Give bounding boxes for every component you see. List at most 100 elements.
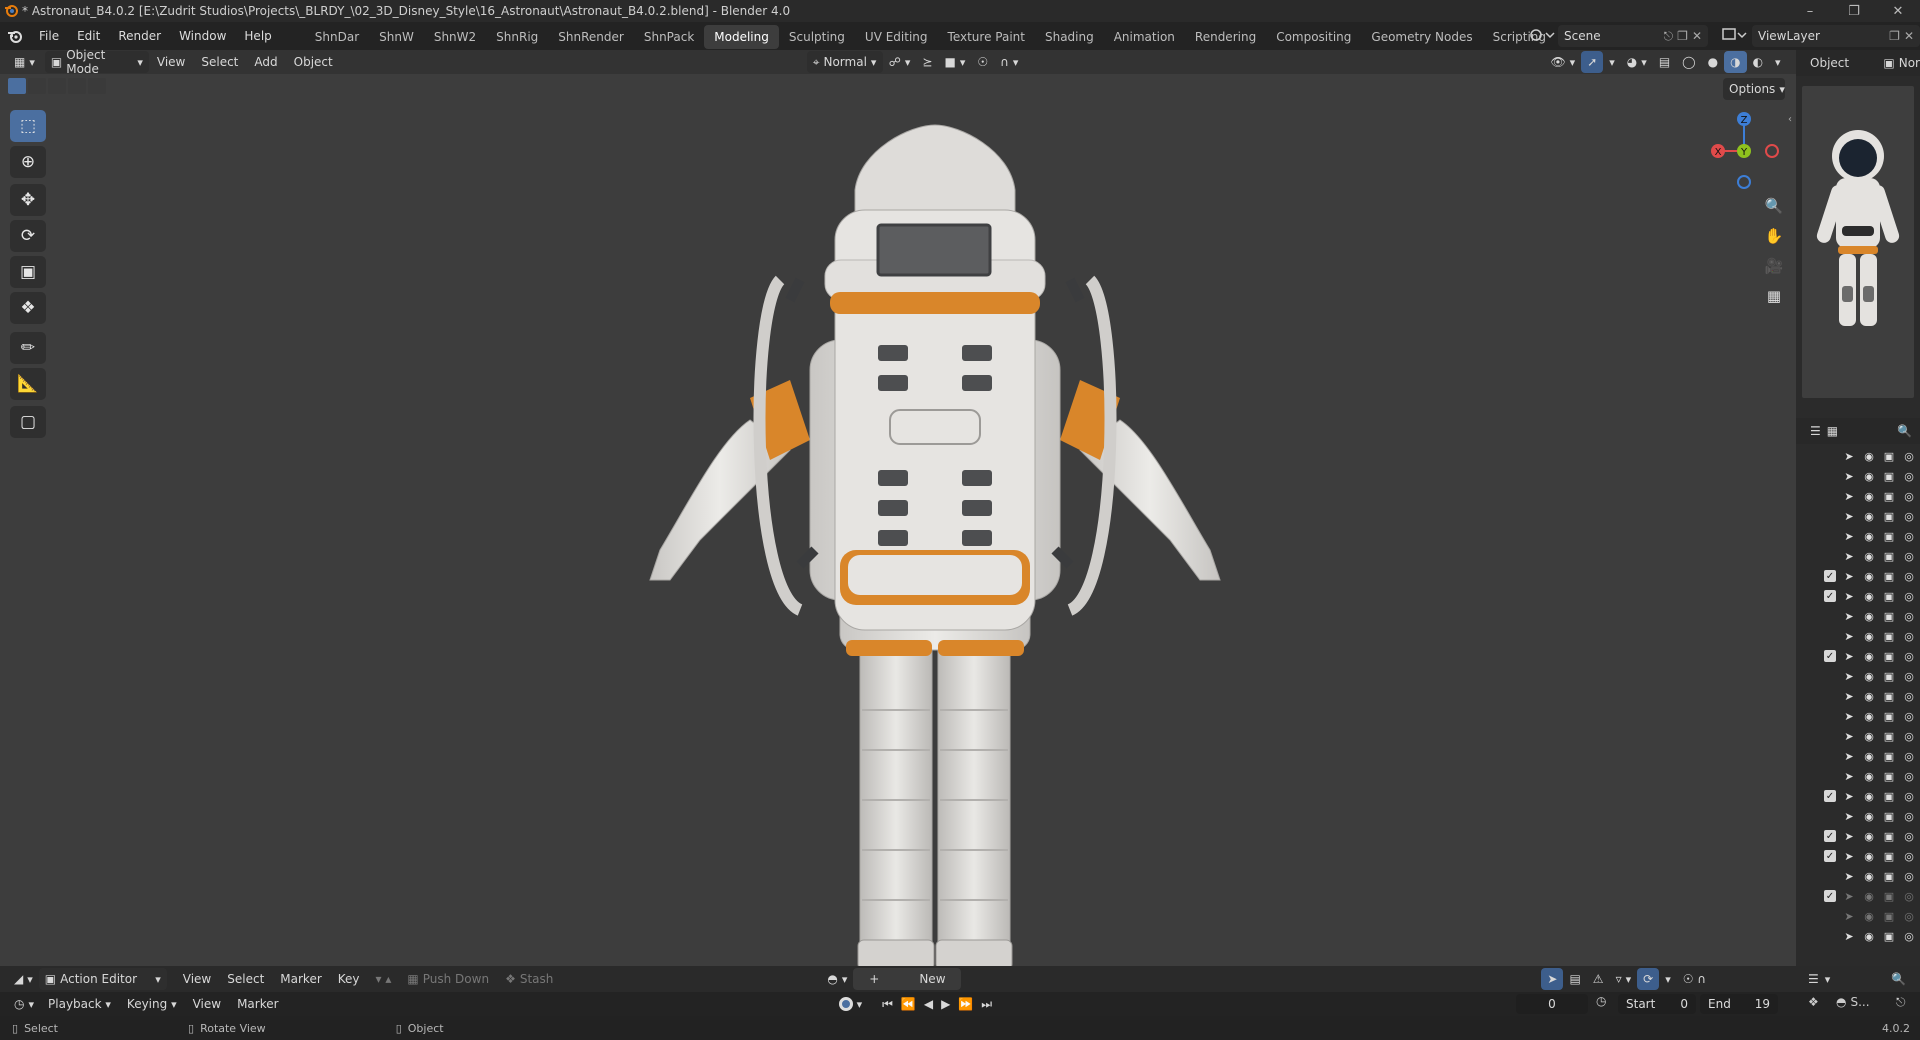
- exclude-checkbox-icon[interactable]: ✓: [1824, 570, 1836, 582]
- eye-visibility-icon[interactable]: ◉: [1862, 670, 1876, 683]
- action-menu-view[interactable]: View: [175, 968, 219, 990]
- selectable-arrow-icon[interactable]: ➤: [1842, 690, 1856, 703]
- tab-normal[interactable]: ▣ Nor: [1883, 56, 1920, 70]
- action-menu-key[interactable]: Key: [330, 968, 368, 990]
- viewport-menu-select[interactable]: Select: [193, 51, 246, 73]
- selectable-arrow-icon[interactable]: ➤: [1842, 590, 1856, 603]
- render-camera-icon[interactable]: ◎: [1902, 490, 1916, 503]
- shading-dropdown-icon[interactable]: ▾: [1769, 51, 1787, 73]
- preview-range-icon[interactable]: ◷: [1596, 994, 1606, 1008]
- navigation-gizmo[interactable]: Z X Y: [1706, 108, 1784, 192]
- timeline-menu-playback[interactable]: Playback ▾: [40, 993, 119, 1015]
- material-preview-shading-icon[interactable]: ◑: [1724, 51, 1747, 73]
- timeline-menu-marker[interactable]: Marker: [229, 993, 286, 1015]
- measure-tool-icon[interactable]: 📐: [10, 368, 46, 400]
- snap-icon[interactable]: ⪰: [916, 51, 938, 73]
- eye-visibility-icon[interactable]: ◉: [1862, 450, 1876, 463]
- eye-visibility-icon[interactable]: ◉: [1862, 490, 1876, 503]
- exclude-checkbox-icon[interactable]: [1824, 510, 1836, 522]
- select-subtract-icon[interactable]: [48, 78, 66, 94]
- timeline-editor-icon[interactable]: ◷ ▾: [8, 993, 40, 1015]
- snap-dropdown-icon[interactable]: ▾: [1659, 968, 1677, 990]
- new-view-layer-icon[interactable]: ❐: [1889, 29, 1900, 43]
- action-menu-select[interactable]: Select: [219, 968, 272, 990]
- render-camera-icon[interactable]: ◎: [1902, 890, 1916, 903]
- selectable-arrow-icon[interactable]: ➤: [1842, 870, 1856, 883]
- properties-editor-type-icon[interactable]: ☰: [1808, 972, 1819, 986]
- render-camera-icon[interactable]: ◎: [1902, 530, 1916, 543]
- outliner-row[interactable]: ➤ ◉ ▣ ◎: [1796, 466, 1920, 486]
- eye-visibility-icon[interactable]: ◉: [1862, 810, 1876, 823]
- selectable-arrow-icon[interactable]: ➤: [1842, 470, 1856, 483]
- viewport-menu-view[interactable]: View: [149, 51, 193, 73]
- viewport-monitor-icon[interactable]: ▣: [1882, 810, 1896, 823]
- render-camera-icon[interactable]: ◎: [1902, 550, 1916, 563]
- play-reverse-icon[interactable]: ◀: [924, 997, 933, 1011]
- tab-rendering[interactable]: Rendering: [1185, 25, 1266, 49]
- viewport-monitor-icon[interactable]: ▣: [1882, 790, 1896, 803]
- exclude-checkbox-icon[interactable]: [1824, 930, 1836, 942]
- 3d-viewport[interactable]: [0, 50, 1796, 966]
- exclude-checkbox-icon[interactable]: [1824, 490, 1836, 502]
- outliner-editor-icon[interactable]: ☰: [1810, 424, 1821, 438]
- tab-shnw[interactable]: ShnW: [369, 25, 424, 49]
- annotate-tool-icon[interactable]: ✏: [10, 332, 46, 364]
- render-camera-icon[interactable]: ◎: [1902, 450, 1916, 463]
- sidebar-toggle-icon[interactable]: ‹: [1788, 114, 1792, 125]
- outliner-display-icon[interactable]: ▦: [1827, 424, 1838, 438]
- viewport-monitor-icon[interactable]: ▣: [1882, 570, 1896, 583]
- selectable-arrow-icon[interactable]: ➤: [1842, 810, 1856, 823]
- gizmo-neg-z-axis[interactable]: [1737, 175, 1751, 189]
- outliner-row[interactable]: ➤ ◉ ▣ ◎: [1796, 766, 1920, 786]
- end-frame-field[interactable]: End 19: [1700, 994, 1778, 1014]
- jump-next-key-icon[interactable]: ⏩: [958, 997, 973, 1011]
- menu-window[interactable]: Window: [170, 22, 235, 50]
- select-new-icon[interactable]: [8, 78, 26, 94]
- eye-visibility-icon[interactable]: ◉: [1862, 790, 1876, 803]
- start-frame-field[interactable]: Start 0: [1618, 994, 1696, 1014]
- render-camera-icon[interactable]: ◎: [1902, 870, 1916, 883]
- eye-visibility-icon[interactable]: ◉: [1862, 770, 1876, 783]
- exclude-checkbox-icon[interactable]: ✓: [1824, 650, 1836, 662]
- timeline-menu-view[interactable]: View: [185, 993, 229, 1015]
- eye-visibility-icon[interactable]: ◉: [1862, 630, 1876, 643]
- outliner-row[interactable]: ➤ ◉ ▣ ◎: [1796, 666, 1920, 686]
- outliner-row[interactable]: ➤ ◉ ▣ ◎: [1796, 806, 1920, 826]
- render-camera-icon[interactable]: ◎: [1902, 690, 1916, 703]
- selectable-arrow-icon[interactable]: ➤: [1842, 530, 1856, 543]
- scene-type-icon[interactable]: [1526, 25, 1558, 47]
- outliner-row[interactable]: ➤ ◉ ▣ ◎: [1796, 926, 1920, 946]
- menu-render[interactable]: Render: [109, 22, 170, 50]
- viewport-monitor-icon[interactable]: ▣: [1882, 590, 1896, 603]
- eye-visibility-icon[interactable]: ◉: [1862, 870, 1876, 883]
- minimize-icon[interactable]: –: [1788, 0, 1832, 22]
- transform-orientation-selector[interactable]: ⌖ Normal ▾: [806, 51, 883, 73]
- tab-animation[interactable]: Animation: [1104, 25, 1185, 49]
- outliner-row[interactable]: ✓ ➤ ◉ ▣ ◎: [1796, 846, 1920, 866]
- add-cube-tool-icon[interactable]: ▢: [10, 406, 46, 438]
- select-extend-icon[interactable]: [28, 78, 46, 94]
- action-proportional-icon[interactable]: ☉ ∩: [1677, 968, 1712, 990]
- exclude-checkbox-icon[interactable]: ✓: [1824, 790, 1836, 802]
- viewport-monitor-icon[interactable]: ▣: [1882, 470, 1896, 483]
- pivot-point-icon[interactable]: ☍ ▾: [883, 51, 917, 73]
- action-down-up-icon[interactable]: ▾ ▴: [368, 968, 400, 990]
- selectable-arrow-icon[interactable]: ➤: [1842, 550, 1856, 563]
- exclude-checkbox-icon[interactable]: ✓: [1824, 830, 1836, 842]
- viewport-monitor-icon[interactable]: ▣: [1882, 750, 1896, 763]
- dopesheet-editor-icon[interactable]: ◢ ▾: [8, 968, 39, 990]
- eye-visibility-icon[interactable]: ◉: [1862, 730, 1876, 743]
- eye-visibility-icon[interactable]: ◉: [1862, 610, 1876, 623]
- selectable-arrow-icon[interactable]: ➤: [1842, 850, 1856, 863]
- select-intersect-icon[interactable]: [88, 78, 106, 94]
- menu-edit[interactable]: Edit: [68, 22, 109, 50]
- only-selected-icon[interactable]: ➤: [1541, 968, 1564, 990]
- filter-icon[interactable]: ▿ ▾: [1610, 968, 1638, 990]
- select-invert-icon[interactable]: [68, 78, 86, 94]
- selectable-arrow-icon[interactable]: ➤: [1842, 910, 1856, 923]
- close-icon[interactable]: ✕: [1876, 0, 1920, 22]
- outliner-row[interactable]: ✓ ➤ ◉ ▣ ◎: [1796, 586, 1920, 606]
- rendered-shading-icon[interactable]: ◐: [1747, 51, 1769, 73]
- outliner-row[interactable]: ➤ ◉ ▣ ◎: [1796, 626, 1920, 646]
- exclude-checkbox-icon[interactable]: ✓: [1824, 890, 1836, 902]
